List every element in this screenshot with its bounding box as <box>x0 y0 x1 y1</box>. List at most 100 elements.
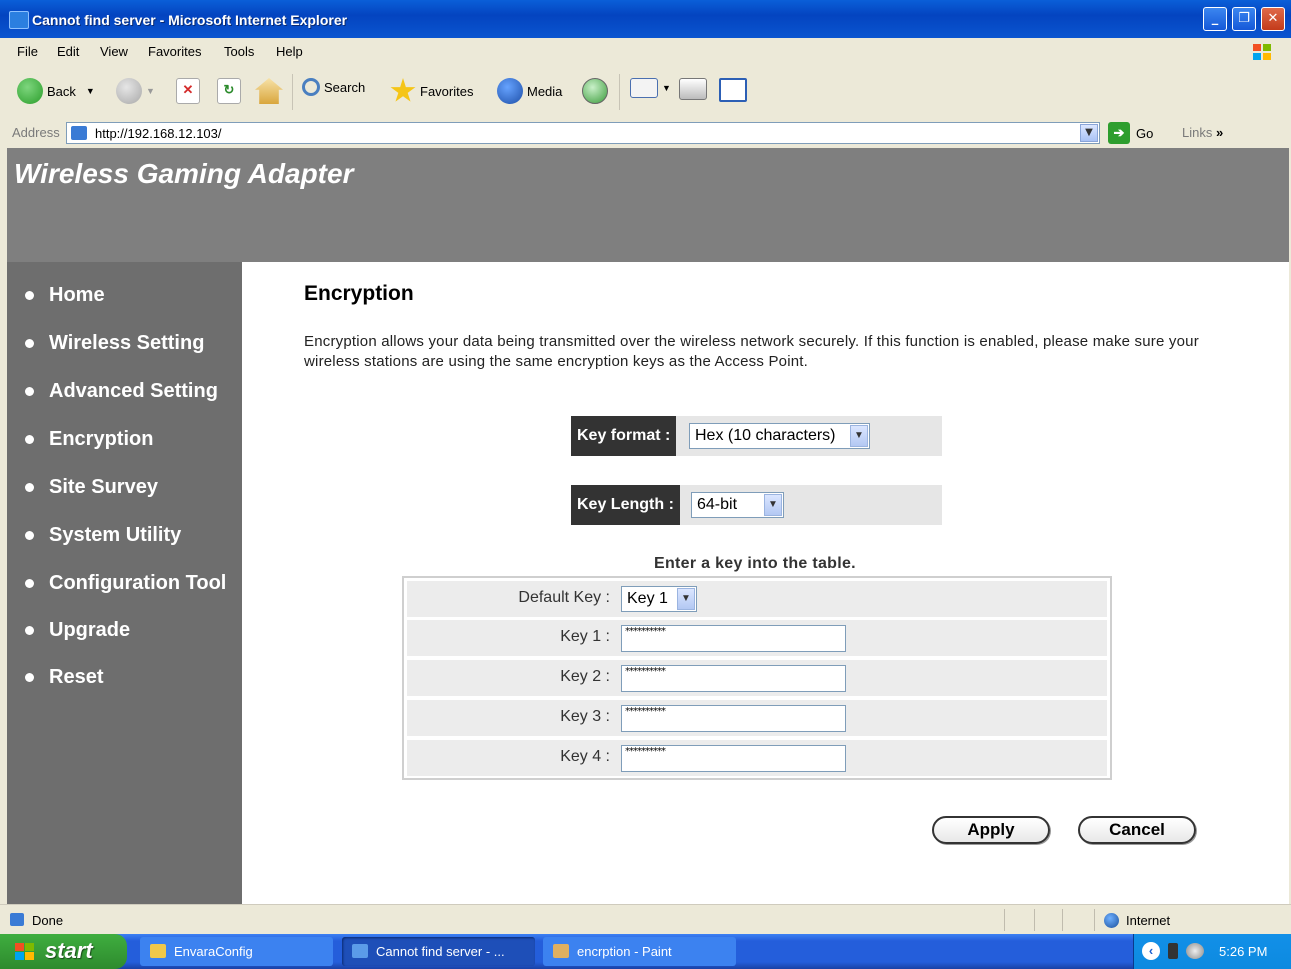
go-arrow-icon: ➔ <box>1108 122 1130 144</box>
page-done-icon <box>10 913 24 926</box>
browser-viewport[interactable]: Wireless Gaming Adapter Home Wireless Se… <box>7 148 1289 904</box>
title-bar[interactable]: Cannot find server - Microsoft Internet … <box>0 0 1291 38</box>
minimize-button[interactable]: _ <box>1203 7 1227 31</box>
battery-icon[interactable] <box>1168 943 1178 959</box>
media-button[interactable]: Media <box>497 78 562 104</box>
menu-favorites[interactable]: Favorites <box>148 44 201 59</box>
key-3-input[interactable]: ********** <box>621 705 846 732</box>
history-icon <box>582 78 608 104</box>
forward-dropdown-icon[interactable]: ▼ <box>146 86 155 96</box>
task-envaraconfig[interactable]: EnvaraConfig <box>140 937 333 966</box>
links-toolbar[interactable]: Links » <box>1182 125 1223 140</box>
nav-advanced-setting[interactable]: Advanced Setting <box>25 380 218 403</box>
status-text: Done <box>32 913 64 928</box>
key-2-label: Key 2 : <box>560 668 610 685</box>
security-zone: Internet <box>1126 913 1171 928</box>
close-button[interactable]: ✕ <box>1261 7 1285 31</box>
table-caption: Enter a key into the table. <box>654 555 856 572</box>
address-label: Address <box>12 125 60 140</box>
key-2-row: Key 2 : ********** <box>407 660 1107 696</box>
key-2-input[interactable]: ********** <box>621 665 846 692</box>
menu-view[interactable]: View <box>100 44 128 59</box>
mail-dropdown-icon[interactable]: ▼ <box>662 83 671 93</box>
ie-page-icon <box>9 11 29 29</box>
bullet-icon <box>25 291 34 300</box>
apply-button[interactable]: Apply <box>932 816 1050 844</box>
nav-configuration-tool[interactable]: Configuration Tool <box>25 572 226 595</box>
home-button[interactable] <box>255 78 287 104</box>
default-key-row: Default Key : Key 1 ▼ <box>407 581 1107 617</box>
toolbar: Back ▼ ▼ ✕ ↻ Search Favorites Media ▼ <box>0 66 1291 119</box>
go-button[interactable]: ➔ Go <box>1108 122 1153 144</box>
key-1-row: Key 1 : ********** <box>407 620 1107 656</box>
bullet-icon <box>25 626 34 635</box>
search-icon <box>302 78 320 96</box>
back-dropdown-icon[interactable]: ▼ <box>86 86 95 96</box>
search-button[interactable]: Search <box>302 78 365 96</box>
home-icon <box>255 78 283 104</box>
tray-expand-icon[interactable]: ‹ <box>1142 942 1160 960</box>
history-button[interactable] <box>582 78 612 104</box>
nav-home[interactable]: Home <box>25 284 105 307</box>
key-1-label: Key 1 : <box>560 628 610 645</box>
mail-icon <box>630 78 658 98</box>
bullet-icon <box>25 339 34 348</box>
nav-encryption[interactable]: Encryption <box>25 428 153 451</box>
mail-button[interactable]: ▼ <box>630 78 671 98</box>
edit-button[interactable] <box>719 78 751 102</box>
key-4-input[interactable]: ********** <box>621 745 846 772</box>
print-button[interactable] <box>679 78 711 100</box>
system-tray: ‹ 5:26 PM <box>1133 934 1291 969</box>
forward-arrow-icon <box>116 78 142 104</box>
maximize-button[interactable]: ❐ <box>1232 7 1256 31</box>
key-format-label: Key format : <box>571 416 677 456</box>
key-length-select[interactable]: 64-bit ▼ <box>691 492 784 518</box>
paint-icon <box>553 944 569 958</box>
edit-page-icon <box>719 78 747 102</box>
folder-icon <box>150 944 166 958</box>
bullet-icon <box>25 387 34 396</box>
printer-icon <box>679 78 707 100</box>
clock[interactable]: 5:26 PM <box>1219 944 1267 959</box>
key-4-label: Key 4 : <box>560 748 610 765</box>
default-key-select[interactable]: Key 1 ▼ <box>621 586 697 612</box>
key-format-row: Key format : Hex (10 characters) ▼ <box>571 416 942 456</box>
stop-button[interactable]: ✕ <box>176 78 204 104</box>
default-key-label: Default Key : <box>518 589 610 606</box>
cancel-button[interactable]: Cancel <box>1078 816 1196 844</box>
refresh-icon: ↻ <box>217 78 241 104</box>
network-icon[interactable] <box>1186 943 1204 959</box>
start-button[interactable]: start <box>0 934 127 969</box>
task-ie-window[interactable]: Cannot find server - ... <box>342 937 535 966</box>
bullet-icon <box>25 483 34 492</box>
key-length-row: Key Length : 64-bit ▼ <box>571 485 942 525</box>
back-button[interactable]: Back ▼ <box>17 78 95 104</box>
address-url: http://192.168.12.103/ <box>95 126 222 141</box>
task-paint[interactable]: encrption - Paint <box>543 937 736 966</box>
taskbar: start EnvaraConfig Cannot find server - … <box>0 934 1291 969</box>
key-1-input[interactable]: ********** <box>621 625 846 652</box>
nav-upgrade[interactable]: Upgrade <box>25 619 130 642</box>
nav-system-utility[interactable]: System Utility <box>25 524 181 547</box>
menu-help[interactable]: Help <box>276 44 303 59</box>
key-3-label: Key 3 : <box>560 708 610 725</box>
menu-file[interactable]: File <box>17 44 38 59</box>
refresh-button[interactable]: ↻ <box>217 78 245 104</box>
key-length-label: Key Length : <box>571 485 680 525</box>
nav-wireless-setting[interactable]: Wireless Setting <box>25 332 204 355</box>
key-4-row: Key 4 : ********** <box>407 740 1107 776</box>
bullet-icon <box>25 531 34 540</box>
menu-edit[interactable]: Edit <box>57 44 79 59</box>
key-format-select[interactable]: Hex (10 characters) ▼ <box>689 423 870 449</box>
favorites-button[interactable]: Favorites <box>390 78 473 104</box>
nav-site-survey[interactable]: Site Survey <box>25 476 158 499</box>
back-arrow-icon <box>17 78 43 104</box>
menu-tools[interactable]: Tools <box>224 44 254 59</box>
ie-icon <box>352 944 368 958</box>
address-input[interactable]: http://192.168.12.103/ ▼ <box>66 122 1100 144</box>
nav-reset[interactable]: Reset <box>25 666 103 689</box>
address-dropdown-icon[interactable]: ▼ <box>1080 124 1098 142</box>
forward-button[interactable]: ▼ <box>116 78 155 104</box>
media-icon <box>497 78 523 104</box>
chevron-down-icon: ▼ <box>850 425 868 447</box>
